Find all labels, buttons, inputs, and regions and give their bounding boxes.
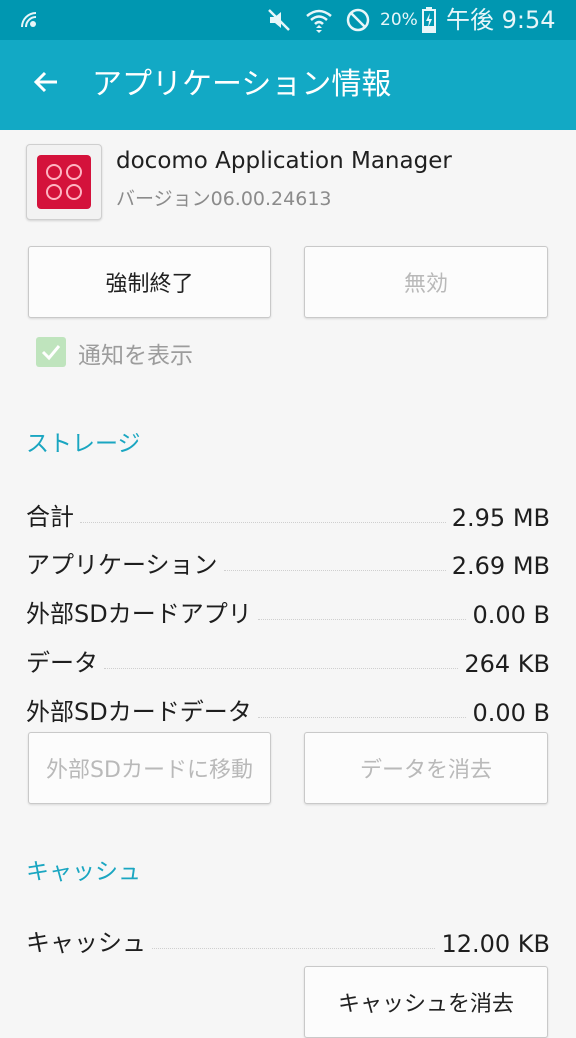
back-arrow-icon <box>32 68 60 100</box>
app-version: バージョン06.00.24613 <box>116 188 332 210</box>
cache-row: キャッシュ 12.00 KB <box>26 918 550 958</box>
row-leader <box>80 522 446 523</box>
row-leader <box>223 570 446 571</box>
move-to-sd-button[interactable]: 外部SDカードに移動 <box>28 732 271 804</box>
blocked-icon <box>344 0 372 40</box>
app-icon <box>26 144 102 220</box>
storage-section-title: ストレージ <box>26 431 141 457</box>
wifi-icon <box>302 0 336 40</box>
clock: 午後 9:54 <box>446 6 556 34</box>
battery-charging-icon <box>420 0 438 40</box>
row-value: 2.69 MB <box>451 552 550 580</box>
row-label: 外部SDカードデータ <box>26 698 252 726</box>
disable-button[interactable]: 無効 <box>304 246 548 318</box>
page-title: アプリケーション情報 <box>92 67 392 102</box>
force-stop-button[interactable]: 強制終了 <box>28 246 271 318</box>
row-value: 0.00 B <box>472 601 550 629</box>
battery-percent: 20% <box>380 10 418 30</box>
mute-icon <box>264 0 294 40</box>
row-label: 合計 <box>26 503 74 531</box>
signal-wave-icon <box>16 0 42 40</box>
check-icon <box>41 345 61 361</box>
storage-row-sd-app: 外部SDカードアプリ 0.00 B <box>26 589 550 629</box>
row-value: 2.95 MB <box>451 504 550 532</box>
storage-row-application: アプリケーション 2.69 MB <box>26 540 550 580</box>
row-label: アプリケーション <box>26 551 218 579</box>
row-value: 12.00 KB <box>441 930 550 958</box>
status-bar: 20% 午後 9:54 <box>0 0 576 40</box>
row-leader <box>257 619 467 620</box>
clear-data-button[interactable]: データを消去 <box>304 732 548 804</box>
row-value: 264 KB <box>464 650 550 678</box>
storage-row-total: 合計 2.95 MB <box>26 492 550 532</box>
docomo-app-icon <box>37 155 91 209</box>
row-label: 外部SDカードアプリ <box>26 600 252 628</box>
cache-section-title: キャッシュ <box>26 859 141 885</box>
clear-cache-button[interactable]: キャッシュを消去 <box>304 966 548 1038</box>
row-value: 0.00 B <box>472 699 550 727</box>
app-name: docomo Application Manager <box>116 148 452 174</box>
show-notification-checkbox[interactable] <box>36 337 66 367</box>
row-leader <box>152 948 436 949</box>
row-leader <box>104 668 459 669</box>
row-label: キャッシュ <box>26 929 146 957</box>
storage-row-data: データ 264 KB <box>26 638 550 678</box>
app-bar: アプリケーション情報 <box>0 40 576 130</box>
row-leader <box>257 717 467 718</box>
show-notification-label: 通知を表示 <box>78 343 193 369</box>
storage-row-sd-data: 外部SDカードデータ 0.00 B <box>26 687 550 727</box>
row-label: データ <box>26 649 98 677</box>
back-button[interactable] <box>22 60 70 108</box>
